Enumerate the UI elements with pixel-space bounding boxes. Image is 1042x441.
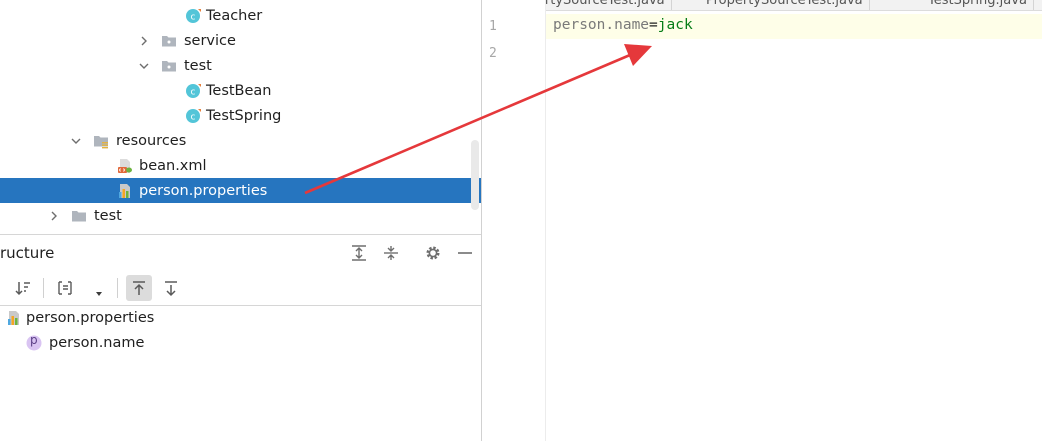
package-folder-icon [161, 58, 177, 74]
gutter-border [545, 0, 546, 441]
tree-item-label: TestSpring [206, 107, 282, 124]
chevron-right-icon[interactable] [49, 211, 59, 221]
folder-icon [71, 208, 87, 224]
line-number: 2 [489, 46, 497, 61]
tree-item-bean-xml[interactable]: bean.xml [0, 153, 481, 178]
property-value: jack [657, 17, 693, 33]
tree-item-test-package[interactable]: test [0, 53, 481, 78]
tree-item-label: bean.xml [139, 157, 207, 174]
tree-scrollbar[interactable] [471, 140, 479, 210]
line-number: 1 [489, 19, 497, 34]
sort-icon[interactable] [10, 275, 36, 301]
tree-item-label: person.properties [139, 182, 268, 199]
svg-text:c: c [191, 87, 196, 97]
tree-item-label: service [184, 32, 236, 49]
java-class-icon: c [185, 108, 201, 124]
resources-folder-icon [93, 133, 109, 149]
autoscroll-to-source-icon[interactable] [126, 275, 152, 301]
editor-tab-bar: PropertySourceTest.java PropertySourceTe… [482, 0, 1042, 11]
structure-header: ructure [0, 236, 481, 270]
structure-toolbar [0, 270, 481, 306]
property-key: person.name [553, 17, 650, 33]
properties-file-icon [117, 183, 133, 199]
editor-tab[interactable]: PropertySourceTest.java [700, 0, 870, 10]
editor-tab[interactable]: TestSpring.java [922, 0, 1034, 10]
properties-file-icon [6, 310, 22, 326]
property-badge-letter: p [30, 333, 38, 347]
structure-title: ructure [0, 244, 55, 262]
java-class-icon: c [185, 83, 201, 99]
autoscroll-from-source-icon[interactable] [158, 275, 184, 301]
toolbar-separator [117, 278, 118, 298]
tree-item-label: resources [116, 132, 187, 149]
minimize-icon[interactable] [456, 244, 474, 262]
tree-item-resources[interactable]: resources [0, 128, 481, 153]
xml-file-icon [117, 158, 133, 174]
chevron-right-icon[interactable] [139, 36, 149, 46]
collapse-all-icon[interactable] [382, 244, 400, 262]
svg-text:c: c [191, 112, 196, 122]
svg-text:c: c [191, 12, 196, 22]
project-panel: c Teacher service test c TestBean c Test… [0, 0, 481, 441]
tree-item-label: Teacher [206, 7, 263, 24]
structure-property-label: person.name [49, 334, 145, 351]
tree-item-test-dir[interactable]: test [0, 203, 481, 228]
property-equals: = [649, 17, 658, 33]
tree-item-testspring[interactable]: c TestSpring [0, 103, 481, 128]
structure-item-file[interactable]: person.properties [0, 305, 481, 330]
tree-item-person-properties[interactable]: person.properties [0, 178, 481, 203]
expand-all-icon[interactable] [350, 244, 368, 262]
chevron-down-icon[interactable] [71, 136, 81, 146]
gear-icon[interactable] [424, 244, 442, 262]
tree-item-testbean[interactable]: c TestBean [0, 78, 481, 103]
tree-item-label: test [184, 57, 212, 74]
structure-file-label: person.properties [26, 309, 155, 326]
toolbar-separator [43, 278, 44, 298]
dropdown-arrow-icon[interactable] [92, 275, 106, 301]
chevron-down-icon[interactable] [139, 61, 149, 71]
editor-pane: PropertySourceTest.java PropertySourceTe… [482, 0, 1042, 441]
tree-item-label: TestBean [206, 82, 272, 99]
panel-divider[interactable] [0, 234, 481, 235]
line-gutter: 1 2 [482, 0, 546, 441]
code-line[interactable]: person.name=jack [553, 17, 693, 33]
tree-item-label: test [94, 207, 122, 224]
tree-item-teacher[interactable]: c Teacher [0, 3, 481, 28]
tree-item-service[interactable]: service [0, 28, 481, 53]
show-fields-icon[interactable] [52, 275, 78, 301]
package-folder-icon [161, 33, 177, 49]
structure-item-property[interactable]: p person.name [0, 330, 481, 355]
java-class-icon: c [185, 8, 201, 24]
